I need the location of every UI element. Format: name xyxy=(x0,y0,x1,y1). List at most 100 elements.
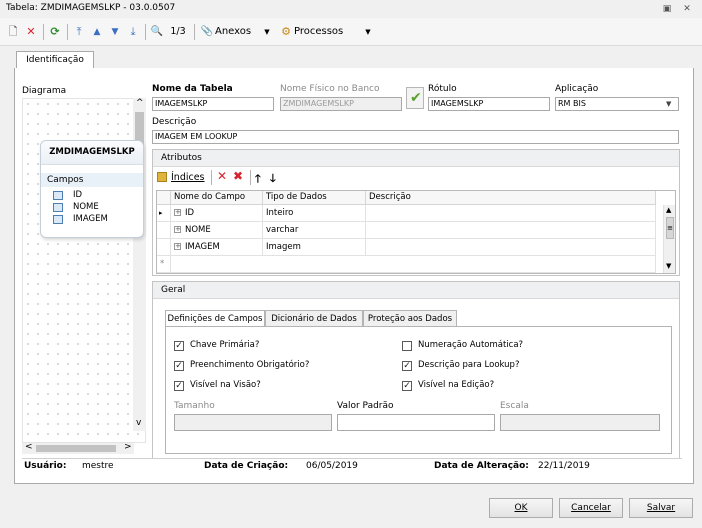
visivel-edicao-label[interactable]: Visível na Edição? xyxy=(418,380,494,390)
move-up-icon[interactable]: 🡑 xyxy=(255,170,261,189)
definicoes-campos-panel: ✓ Chave Primária? Numeração Automática? … xyxy=(165,326,672,454)
valor-padrao-input[interactable] xyxy=(337,414,495,431)
last-record-icon[interactable]: ⤓ xyxy=(126,22,140,42)
descricao-input[interactable]: IMAGEM EM LOOKUP xyxy=(152,130,679,144)
chevron-down-icon[interactable]: ▼ xyxy=(363,22,373,42)
move-down-icon[interactable]: 🡓 xyxy=(270,170,276,189)
chevron-down-icon[interactable]: ▼ xyxy=(666,100,671,108)
restore-icon[interactable]: ▣ xyxy=(660,2,674,16)
scroll-down-icon[interactable]: ▼ xyxy=(666,262,671,270)
processos-menu[interactable]: Processos xyxy=(294,22,364,42)
row-pointer-icon: ▸ xyxy=(157,205,171,222)
geral-panel: Geral Definições de Campos Dicionário de… xyxy=(152,281,680,459)
aplicacao-label: Aplicação xyxy=(555,84,599,94)
entity-field: NOME xyxy=(73,202,99,212)
entity-name: ZMDIMAGEMSLKP xyxy=(41,141,143,165)
visivel-visao-checkbox[interactable]: ✓ xyxy=(174,381,184,391)
first-record-icon[interactable]: ⤒ xyxy=(72,22,86,42)
diagram-horizontal-scrollbar[interactable]: < > xyxy=(22,442,134,454)
scroll-left-icon[interactable]: < xyxy=(25,442,33,452)
rotulo-input[interactable]: IMAGEMSLKP xyxy=(428,97,550,111)
footer-divider xyxy=(22,458,682,459)
scroll-up-icon[interactable]: ^ xyxy=(136,98,144,108)
cancel-button[interactable]: Cancelar xyxy=(559,498,623,518)
row-header xyxy=(157,239,171,256)
tab-dicionario-dados[interactable]: Dicionário de Dados xyxy=(265,310,363,327)
field-name: ID xyxy=(185,208,195,218)
ok-button[interactable]: OK xyxy=(489,498,553,518)
chave-primaria-label[interactable]: Chave Primária? xyxy=(190,340,259,350)
field-description[interactable] xyxy=(366,222,656,239)
rotulo-translate-button[interactable]: ✔ xyxy=(406,87,424,109)
table-row[interactable]: + ID xyxy=(171,205,263,222)
toolbar-separator xyxy=(194,24,195,40)
new-row-marker: * xyxy=(157,256,171,273)
tab-protecao-dados[interactable]: Proteção aos Dados xyxy=(363,310,457,327)
grid-scrollbar[interactable]: ▲ ≡ ▼ xyxy=(663,205,675,273)
criacao-label: Data de Criação: xyxy=(204,461,289,471)
delete-icon[interactable]: ✕ xyxy=(24,22,38,42)
preenchimento-obrigatorio-label[interactable]: Preenchimento Obrigatório? xyxy=(190,360,309,370)
chevron-down-icon[interactable]: ▼ xyxy=(262,22,272,42)
nome-fisico-label: Nome Físico no Banco xyxy=(280,84,380,94)
diagram-hscroll-thumb[interactable] xyxy=(36,445,116,452)
entity-field: IMAGEM xyxy=(73,214,108,224)
entity-box[interactable]: ZMDIMAGEMSLKP Campos ID NOME IMAGEM xyxy=(40,140,144,238)
usuario-label: Usuário: xyxy=(24,461,67,471)
close-icon[interactable]: ✕ xyxy=(680,2,694,16)
save-button[interactable]: Salvar xyxy=(629,498,693,518)
field-name: IMAGEM xyxy=(185,242,220,252)
atributos-panel: Atributos Índices ✕ ✖ 🡑 🡓 Nome do Campo … xyxy=(152,149,680,276)
field-type[interactable]: Imagem xyxy=(263,239,366,256)
grid-scroll-thumb[interactable]: ≡ xyxy=(666,217,674,239)
field-type[interactable]: varchar xyxy=(263,222,366,239)
numeracao-automatica-label[interactable]: Numeração Automática? xyxy=(418,340,523,350)
visivel-visao-label[interactable]: Visível na Visão? xyxy=(190,380,261,390)
new-row[interactable] xyxy=(171,256,656,273)
delete-icon[interactable]: ✕ xyxy=(217,169,227,183)
previous-record-icon[interactable]: ▲ xyxy=(90,22,104,42)
toolbar-separator xyxy=(250,170,251,185)
column-header[interactable]: Nome do Campo xyxy=(171,191,263,205)
numeracao-automatica-checkbox[interactable] xyxy=(402,341,412,351)
table-row[interactable]: + IMAGEM xyxy=(171,239,263,256)
field-description[interactable] xyxy=(366,205,656,222)
column-header[interactable]: Descrição xyxy=(366,191,656,205)
tab-identificacao[interactable]: Identificação xyxy=(16,51,94,69)
field-icon xyxy=(53,203,63,212)
preenchimento-obrigatorio-checkbox[interactable]: ✓ xyxy=(174,361,184,371)
scroll-down-icon[interactable]: v xyxy=(136,418,141,428)
next-record-icon[interactable]: ▼ xyxy=(108,22,122,42)
delete-all-icon[interactable]: ✖ xyxy=(233,169,243,183)
nome-tabela-label: Nome da Tabela xyxy=(152,84,233,94)
scroll-right-icon[interactable]: > xyxy=(124,442,132,452)
expand-icon[interactable]: + xyxy=(174,226,181,233)
window-title: Tabela: ZMDIMAGEMSLKP - 03.0.0507 xyxy=(6,3,176,13)
processes-icon[interactable]: ⚙ xyxy=(279,22,293,42)
field-type[interactable]: Inteiro xyxy=(263,205,366,222)
column-header[interactable]: Tipo de Dados xyxy=(263,191,366,205)
indices-button[interactable]: Índices xyxy=(171,172,205,183)
descricao-label: Descrição xyxy=(152,117,197,127)
alteracao-value: 22/11/2019 xyxy=(538,461,590,471)
toolbar-separator xyxy=(211,170,212,185)
descricao-lookup-label[interactable]: Descrição para Lookup? xyxy=(418,360,519,370)
table-row[interactable]: + NOME xyxy=(171,222,263,239)
binoculars-icon[interactable]: 🔍 xyxy=(150,22,164,42)
visivel-edicao-checkbox[interactable]: ✓ xyxy=(402,381,412,391)
chave-primaria-checkbox[interactable]: ✓ xyxy=(174,341,184,351)
descricao-lookup-checkbox[interactable]: ✓ xyxy=(402,361,412,371)
aplicacao-select[interactable]: RM BIS xyxy=(555,97,679,111)
refresh-icon[interactable]: ⟳ xyxy=(48,22,62,42)
scroll-up-icon[interactable]: ▲ xyxy=(666,206,671,214)
expand-icon[interactable]: + xyxy=(174,243,181,250)
attachment-icon[interactable]: 📎 xyxy=(200,22,214,42)
nome-tabela-input[interactable]: IMAGEMSLKP xyxy=(152,97,274,111)
new-document-icon[interactable]: 🗋 xyxy=(6,22,20,42)
aplicacao-value: RM BIS xyxy=(558,99,586,108)
tamanho-label: Tamanho xyxy=(174,401,215,411)
atributos-grid[interactable]: Nome do Campo Tipo de Dados Descrição ▸ … xyxy=(156,190,676,274)
expand-icon[interactable]: + xyxy=(174,209,181,216)
field-description[interactable] xyxy=(366,239,656,256)
atributos-title: Atributos xyxy=(153,150,679,167)
